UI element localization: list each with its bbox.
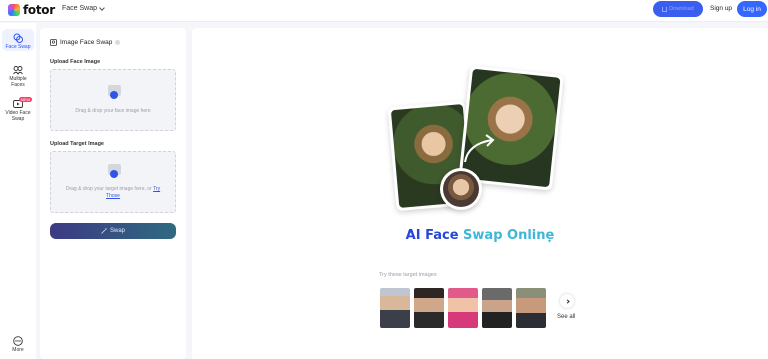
magic-wand-icon xyxy=(101,228,107,234)
rail-item-face-swap[interactable]: Face Swap xyxy=(2,29,34,51)
rail-item-multiple-faces[interactable]: Multiple Faces xyxy=(2,65,34,88)
target-thumbnail[interactable] xyxy=(516,288,546,328)
panel-title: Image Face Swap xyxy=(50,39,121,46)
panel-title-text: Image Face Swap xyxy=(60,39,113,46)
multiple-faces-icon xyxy=(13,66,23,75)
tool-menu-label: Face Swap xyxy=(62,5,98,12)
download-label: Download xyxy=(669,6,694,12)
signup-link[interactable]: Sign up xyxy=(710,5,732,12)
chevron-right-icon xyxy=(564,298,570,304)
logo-text: fotor xyxy=(23,3,55,17)
rail-item-label: More xyxy=(12,347,24,353)
next-thumbnails-button[interactable] xyxy=(560,294,574,308)
download-icon xyxy=(662,6,668,12)
hero-title-part2: Swap Online xyxy=(463,228,555,243)
hero-title-part1: AI Face xyxy=(405,228,464,243)
download-button[interactable]: Download xyxy=(653,1,703,17)
swap-arrow-icon xyxy=(464,134,495,163)
new-badge: NEW xyxy=(18,97,32,102)
target-section-label: Upload Target Image xyxy=(50,141,104,147)
image-face-swap-icon xyxy=(50,39,57,46)
source-face-avatar xyxy=(440,168,482,210)
rail-item-video-face-swap[interactable]: NEW Video Face Swap xyxy=(2,97,34,122)
sparkle-icon: ✦ xyxy=(547,239,553,245)
fotor-logo-icon xyxy=(8,4,20,16)
target-thumbnail[interactable] xyxy=(414,288,444,328)
see-all-link[interactable]: See all xyxy=(557,314,575,320)
main-canvas: ✦ AI Face Swap Online ✦ Try these target… xyxy=(192,28,768,359)
tool-menu-dropdown[interactable]: Face Swap xyxy=(62,4,105,12)
hero-title: AI Face Swap Online xyxy=(192,228,768,243)
face-swap-panel: Image Face Swap Upload Face Image Drag &… xyxy=(40,28,186,359)
upload-icon xyxy=(106,164,122,180)
swap-label: Swap xyxy=(109,228,125,234)
target-drop-text: Drag & drop your target image here, or T… xyxy=(51,186,175,200)
info-icon[interactable] xyxy=(115,40,121,45)
target-thumbnail[interactable] xyxy=(448,288,478,328)
target-image-dropzone[interactable]: Drag & drop your target image here, or T… xyxy=(50,151,176,213)
rail-item-more[interactable]: More xyxy=(2,336,34,354)
face-image-dropzone[interactable]: Drag & drop your face image here xyxy=(50,69,176,131)
fotor-logo[interactable]: fotor xyxy=(8,3,55,17)
rail-item-label: Multiple Faces xyxy=(9,76,27,88)
target-thumbnail[interactable] xyxy=(380,288,410,328)
face-swap-icon xyxy=(13,33,23,43)
left-rail: Face Swap Multiple Faces NEW Video Face … xyxy=(0,23,36,359)
target-drop-label: Drag & drop your target image here, or xyxy=(65,186,152,192)
rail-item-label: Video Face Swap xyxy=(5,110,31,122)
chevron-down-icon xyxy=(99,4,105,11)
swap-button[interactable]: Swap xyxy=(50,223,176,239)
upload-icon xyxy=(106,85,122,101)
more-icon xyxy=(13,336,23,346)
rail-item-label: Face Swap xyxy=(5,44,31,50)
target-thumbnail[interactable] xyxy=(482,288,512,328)
target-thumbnails xyxy=(380,288,546,328)
face-drop-text: Drag & drop your face image here xyxy=(75,108,151,114)
try-targets-label: Try these target images xyxy=(379,272,437,278)
login-button[interactable]: Log in xyxy=(737,1,767,17)
top-header: fotor Face Swap Download Sign up Log in xyxy=(0,0,768,22)
face-section-label: Upload Face Image xyxy=(50,59,101,65)
